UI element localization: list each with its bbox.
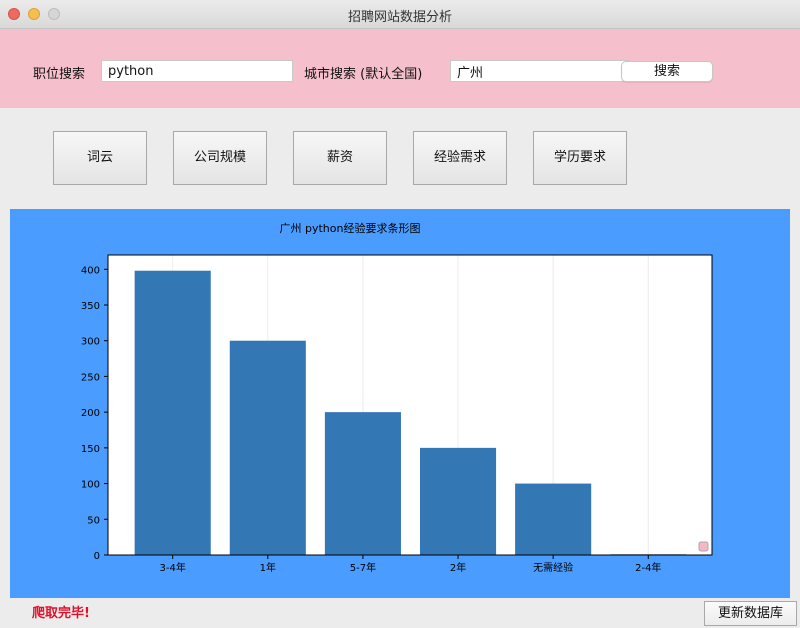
y-tick-label: 400 (81, 265, 100, 276)
y-tick-label: 200 (81, 408, 100, 419)
company-size-button[interactable]: 公司规模 (173, 131, 267, 185)
wordcloud-button[interactable]: 词云 (53, 131, 147, 185)
x-tick-label: 3-4年 (160, 561, 186, 574)
city-search-input[interactable] (450, 60, 630, 82)
bar-0 (134, 270, 211, 555)
bar-3 (419, 447, 497, 555)
y-tick-label: 250 (81, 372, 100, 383)
title-bar: 招聘网站数据分析 (0, 0, 800, 29)
x-tick-label: 无需经验 (533, 561, 573, 574)
bar-4 (515, 483, 592, 555)
x-tick-label: 1年 (260, 561, 276, 574)
bar-1 (229, 340, 306, 555)
experience-bar-chart: 0 50 100 150 200 250 300 350 400 3-4年 1年 5-7年 2年 无需经验… (81, 254, 713, 574)
x-tick-label: 2年 (450, 561, 466, 574)
y-tick-label: 150 (81, 444, 100, 455)
y-tick-label: 0 (94, 551, 100, 562)
status-text: 爬取完毕! (32, 606, 90, 621)
update-database-button[interactable]: 更新数据库 (704, 601, 797, 626)
y-tick-label: 50 (87, 515, 100, 526)
search-button[interactable]: 搜索 (621, 61, 713, 82)
x-tick-label: 5-7年 (350, 561, 376, 574)
window-title: 招聘网站数据分析 (347, 10, 452, 25)
x-tick-label: 2-4年 (635, 561, 661, 574)
resize-handle-icon (698, 541, 709, 552)
experience-button[interactable]: 经验需求 (413, 131, 507, 185)
y-tick-label: 100 (81, 480, 100, 491)
job-search-input[interactable] (101, 60, 293, 82)
bar-2 (324, 412, 401, 555)
education-button[interactable]: 学历要求 (533, 131, 627, 185)
salary-button[interactable]: 薪资 (293, 131, 387, 185)
y-tick-label: 350 (81, 301, 100, 312)
job-search-label: 职位搜索 (33, 67, 86, 82)
city-search-label: 城市搜索 (默认全国) (304, 67, 423, 82)
y-tick-label: 300 (81, 337, 100, 348)
